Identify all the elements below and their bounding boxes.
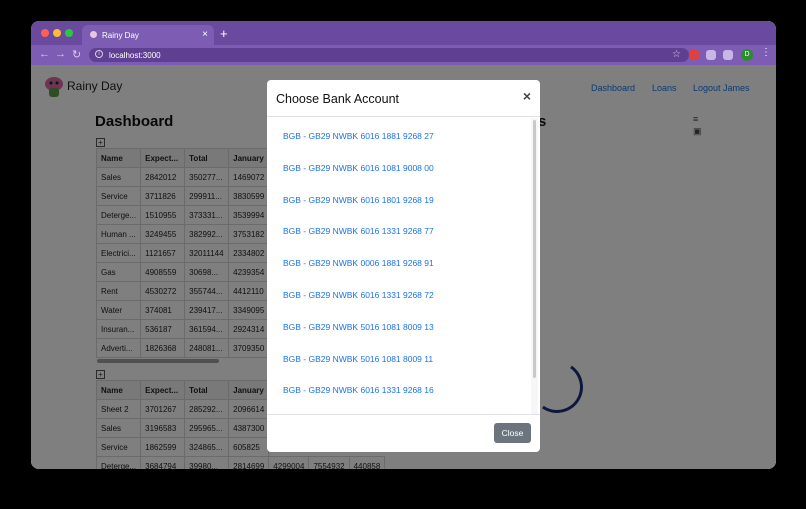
modal-body: BGB - GB29 NWBK 6016 1881 9268 27 BGB - G… [267,118,540,414]
tab-title: Rainy Day [102,31,139,40]
reload-icon[interactable]: ↻ [72,48,81,61]
choose-bank-account-modal: Choose Bank Account × BGB - GB29 NWBK 60… [267,80,540,452]
maximize-window-dot[interactable] [65,29,73,37]
bank-account-link[interactable]: BGB - GB29 NWBK 6016 1801 9268 19 [283,195,434,205]
url-bar[interactable]: i localhost:3000 ☆ [89,48,689,62]
bank-account-link[interactable]: BGB - GB29 NWBK 6016 1081 9008 00 [283,163,434,173]
modal-title: Choose Bank Account [276,92,399,106]
favicon-icon [90,31,97,38]
extension-puzzle-icon[interactable] [706,50,716,60]
bookmark-star-icon[interactable]: ☆ [672,49,681,60]
info-icon[interactable]: i [95,50,103,58]
modal-scrollbar[interactable] [533,120,536,378]
forward-arrow-icon[interactable]: → [55,48,66,60]
profile-avatar[interactable]: D [741,49,753,61]
close-button[interactable]: Close [494,423,531,443]
close-window-dot[interactable] [41,29,49,37]
tab-close-icon[interactable]: × [202,29,208,40]
address-toolbar: ← → ↻ i localhost:3000 ☆ D ⋮ [31,45,776,65]
new-tab-button[interactable]: + [220,26,228,41]
browser-menu-icon[interactable]: ⋮ [761,47,771,58]
bank-account-link[interactable]: BGB - GB29 NWBK 6016 1881 9268 27 [283,131,434,141]
bank-account-link[interactable]: BGB - GB29 NWBK 0006 1881 9268 91 [283,258,434,268]
modal-footer: Close [267,414,540,452]
modal-header: Choose Bank Account × [267,80,540,117]
bank-account-link[interactable]: BGB - GB29 NWBK 6016 1331 9268 16 [283,385,434,395]
bank-account-link[interactable]: BGB - GB29 NWBK 6016 1331 9268 72 [283,290,434,300]
back-arrow-icon[interactable]: ← [39,48,50,60]
bank-account-link[interactable]: BGB - GB29 NWBK 5016 1081 8009 13 [283,322,434,332]
modal-close-icon[interactable]: × [523,88,531,104]
minimize-window-dot[interactable] [53,29,61,37]
reading-list-icon[interactable] [723,50,733,60]
url-text: localhost:3000 [109,51,161,60]
tab-bar: Rainy Day × + [31,21,776,45]
browser-tab[interactable]: Rainy Day × [82,25,214,45]
bank-account-link[interactable]: BGB - GB29 NWBK 5016 1081 8009 11 [283,354,433,364]
extension-red-icon[interactable] [689,50,699,60]
bank-account-link[interactable]: BGB - GB29 NWBK 6016 1331 9268 77 [283,226,434,236]
